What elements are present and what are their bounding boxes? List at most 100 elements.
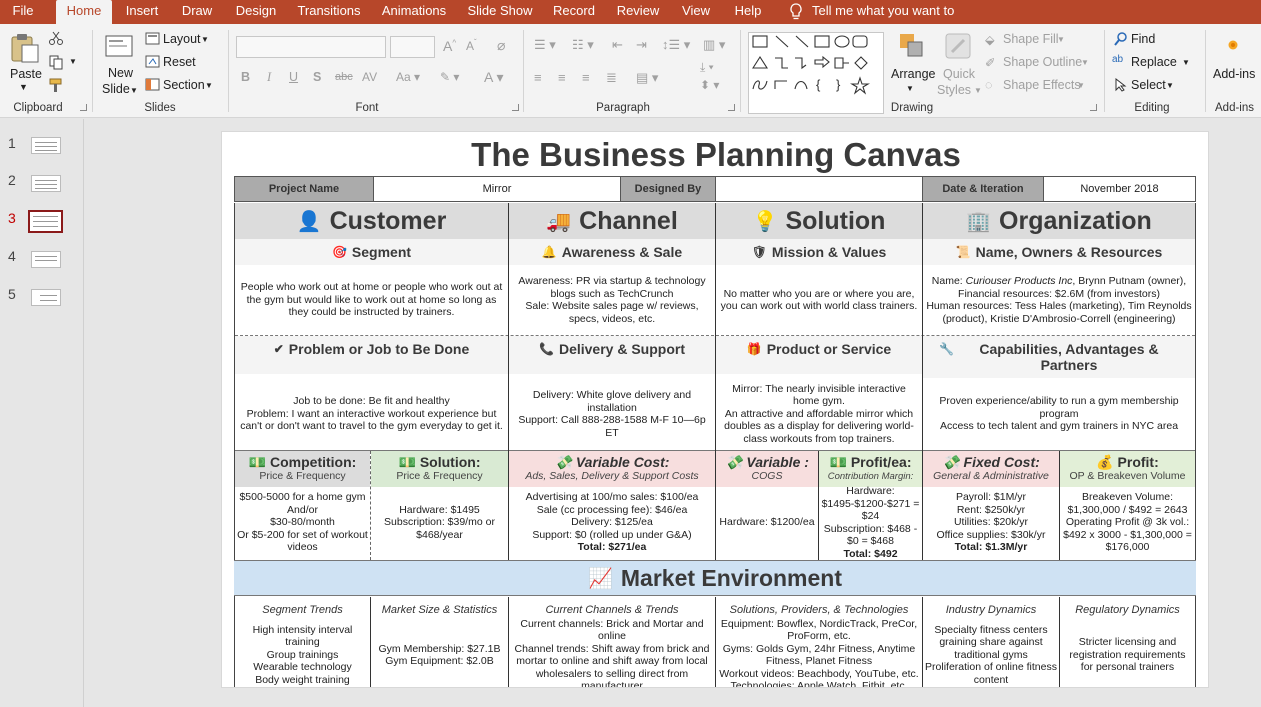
character-spacing-icon[interactable]: AV [362, 70, 377, 84]
reset-button[interactable]: Reset [163, 55, 196, 69]
format-painter-icon[interactable] [48, 77, 64, 93]
shape-effects-button[interactable]: Shape Effects [1003, 78, 1081, 92]
capabilities-body[interactable]: Proven experience/ability to run a gym m… [923, 378, 1195, 450]
slide-thumbnail-3[interactable] [28, 210, 63, 233]
project-name-value[interactable]: Mirror [373, 176, 621, 202]
shape-effects-dropdown-icon[interactable]: ▼ [1077, 81, 1085, 90]
bullets-icon[interactable]: ☰ ▾ [534, 37, 556, 53]
product-body[interactable]: Mirror: The nearly invisible interactive… [716, 378, 922, 450]
decrease-indent-icon[interactable]: ⇤ [612, 37, 623, 53]
replace-icon[interactable]: ab [1112, 54, 1123, 65]
align-left-icon[interactable]: ≡ [534, 70, 542, 85]
customer-header[interactable]: 👤 Customer [235, 203, 508, 239]
select-dropdown-icon[interactable]: ▼ [1166, 81, 1174, 90]
font-launcher-icon[interactable] [512, 104, 519, 111]
shadow-icon[interactable]: S [313, 70, 321, 84]
tab-slide-show[interactable]: Slide Show [464, 0, 536, 24]
market-size-body[interactable]: Gym Membership: $27.1B Gym Equipment: $2… [371, 621, 508, 687]
align-center-icon[interactable]: ≡ [558, 70, 566, 85]
profit-heading[interactable]: 💰 Profit: OP & Breakeven Volume [1060, 451, 1195, 487]
fixed-cost-body[interactable]: Payroll: $1M/yr Rent: $250k/yr Utilities… [923, 487, 1059, 558]
tab-insert[interactable]: Insert [120, 0, 164, 24]
columns-icon[interactable]: ▥ ▾ [703, 37, 725, 53]
quick-styles-button[interactable]: Quick [943, 67, 975, 81]
profit-each-heading[interactable]: 💵 Profit/ea: Contribution Margin: [819, 451, 922, 487]
cogs-heading[interactable]: 💸 Variable : COGS [716, 451, 818, 487]
drawing-launcher-icon[interactable] [1090, 104, 1097, 111]
tab-draw[interactable]: Draw [176, 0, 218, 24]
font-family-select[interactable] [236, 36, 386, 58]
delivery-heading[interactable]: 📞 Delivery & Support [509, 336, 715, 374]
highlight-icon[interactable]: ✎ ▾ [440, 70, 459, 84]
variable-cost-heading[interactable]: 💸 Variable Cost: Ads, Sales, Delivery & … [509, 451, 715, 487]
tab-home[interactable]: Home [56, 0, 112, 24]
new-slide-button[interactable]: New [108, 66, 133, 80]
new-slide-label[interactable]: Slide [102, 82, 130, 96]
clear-formatting-icon[interactable]: ⌀ [497, 37, 505, 54]
profit-body[interactable]: Breakeven Volume: $1,300,000 / $492 = 26… [1060, 487, 1195, 558]
new-slide-icon[interactable] [104, 30, 136, 62]
font-size-select[interactable] [390, 36, 435, 58]
fixed-cost-heading[interactable]: 💸 Fixed Cost: General & Administrative [923, 451, 1059, 487]
font-color-icon[interactable]: A ▾ [484, 69, 503, 86]
find-button[interactable]: Find [1131, 32, 1155, 46]
industry-dynamics-body[interactable]: Specialty fitness centers graining share… [923, 621, 1059, 687]
arrange-dropdown-icon[interactable]: ▼ [906, 84, 914, 93]
layout-button[interactable]: Layout [163, 32, 201, 46]
increase-font-icon[interactable]: A^ [443, 38, 456, 54]
numbering-icon[interactable]: ☷ ▾ [572, 37, 594, 53]
regulatory-dynamics-body[interactable]: Stricter licensing and registration requ… [1060, 621, 1195, 687]
slide-thumbnail-5[interactable] [31, 289, 61, 306]
column-layout-icon[interactable]: ▤ ▾ [636, 70, 658, 86]
variable-cost-body[interactable]: Advertising at 100/mo sales: $100/ea Sal… [509, 487, 715, 558]
select-button[interactable]: Select [1131, 78, 1166, 92]
shape-fill-icon[interactable]: ⬙ [985, 32, 995, 47]
tab-animations[interactable]: Animations [376, 0, 452, 24]
bold-icon[interactable]: B [241, 70, 250, 84]
section-dropdown-icon[interactable]: ▼ [205, 81, 213, 90]
resources-body[interactable]: Name: Curiouser Products Inc, Brynn Putn… [923, 265, 1195, 335]
delivery-body[interactable]: Delivery: White glove delivery and insta… [509, 378, 715, 450]
arrange-button[interactable]: Arrange [891, 67, 935, 81]
cogs-body[interactable]: Hardware: $1200/ea [716, 487, 818, 558]
problem-heading[interactable]: ✔ Problem or Job to Be Done [235, 336, 508, 374]
cut-icon[interactable] [48, 30, 64, 46]
paste-icon[interactable] [9, 32, 41, 64]
underline-icon[interactable]: U [289, 70, 298, 84]
shape-fill-button[interactable]: Shape Fill [1003, 32, 1059, 46]
competition-body[interactable]: $500-5000 for a home gym And/or $30-80/m… [235, 487, 370, 558]
solution-header[interactable]: 💡 Solution [716, 203, 922, 239]
copy-icon[interactable] [48, 54, 64, 70]
tab-review[interactable]: Review [612, 0, 664, 24]
shapes-icon[interactable]: {} [749, 33, 883, 99]
add-ins-button[interactable]: Add-ins [1213, 67, 1255, 81]
reset-icon[interactable] [145, 55, 160, 68]
italic-icon[interactable]: I [267, 70, 271, 85]
tell-me-search[interactable]: Tell me what you want to do [812, 0, 972, 40]
select-cursor-icon[interactable] [1114, 78, 1128, 92]
slide-thumbnail-1[interactable] [31, 137, 61, 154]
new-slide-dropdown-icon[interactable]: ▼ [130, 86, 138, 95]
tab-help[interactable]: Help [728, 0, 768, 24]
arrange-icon[interactable] [898, 32, 926, 60]
quick-styles-label[interactable]: Styles [937, 83, 971, 97]
strikethrough-icon[interactable]: abc [335, 71, 353, 83]
justify-icon[interactable]: ≣ [606, 70, 617, 86]
tab-transitions[interactable]: Transitions [294, 0, 364, 24]
solution-price-heading[interactable]: 💵 Solution: Price & Frequency [371, 451, 508, 487]
solutions-providers-body[interactable]: Equipment: Bowflex, NordicTrack, PreCor,… [716, 618, 922, 688]
line-spacing-icon[interactable]: ↕☰ ▾ [662, 37, 690, 53]
decrease-font-icon[interactable]: Aˇ [466, 38, 477, 53]
segment-trends-body[interactable]: High intensity interval training Group t… [235, 621, 370, 687]
paste-dropdown-icon[interactable]: ▼ [19, 82, 28, 92]
text-direction-icon[interactable]: ⤓ ▾ [700, 60, 714, 75]
layout-icon[interactable] [145, 32, 160, 45]
change-case-icon[interactable]: Aa ▾ [396, 70, 420, 84]
competition-heading[interactable]: 💵 Competition: Price & Frequency [235, 451, 370, 487]
designed-by-value[interactable] [715, 176, 923, 202]
profit-each-body[interactable]: Hardware: $1495-$1200-$271 = $24 Subscri… [819, 485, 922, 560]
copy-dropdown-icon[interactable]: ▼ [69, 57, 77, 66]
industry-dynamics-heading[interactable]: Industry Dynamics [923, 598, 1059, 621]
layout-dropdown-icon[interactable]: ▼ [201, 35, 209, 44]
shape-outline-button[interactable]: Shape Outline [1003, 55, 1082, 69]
